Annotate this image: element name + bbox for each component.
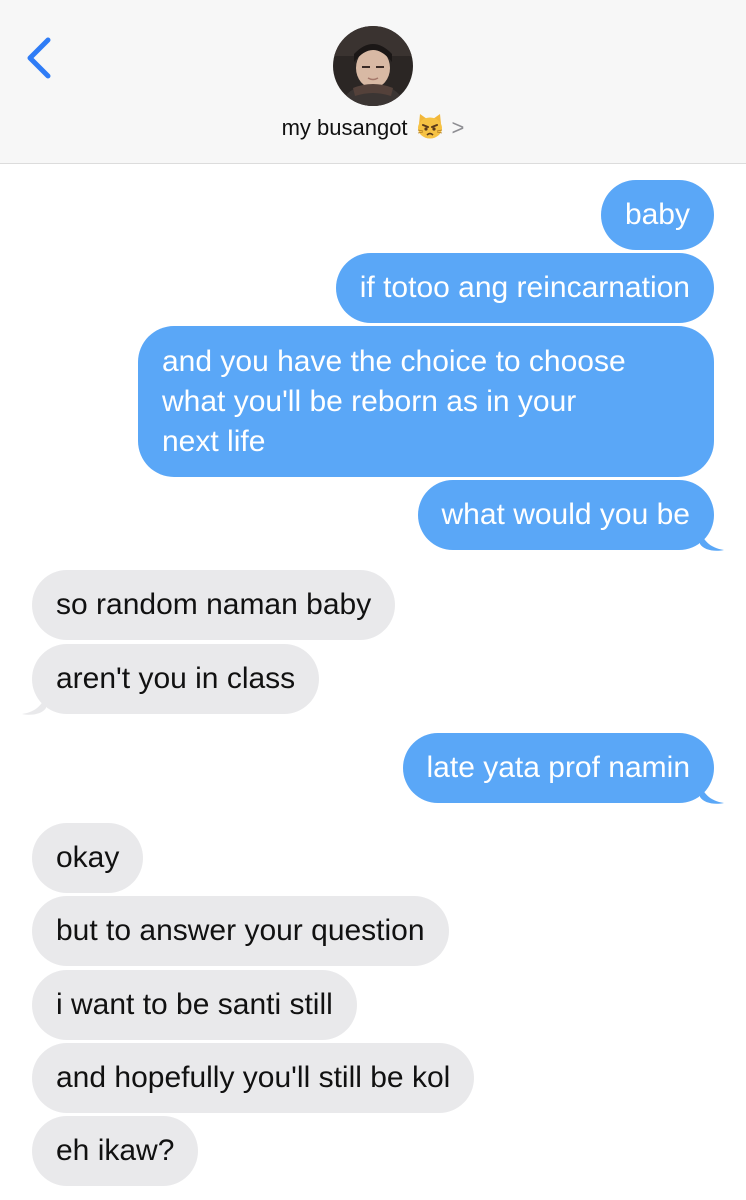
sent-message-bubble[interactable]: if totoo ang reincarnation bbox=[335, 253, 714, 323]
avatar-image bbox=[333, 26, 413, 106]
received-message-bubble[interactable]: so random naman baby bbox=[32, 570, 396, 640]
conversation-header: my busangot > bbox=[0, 0, 746, 164]
received-bubble-tail bbox=[22, 692, 46, 715]
contact-name-button[interactable]: my busangot > bbox=[0, 112, 746, 146]
received-message-bubble[interactable]: but to answer your question bbox=[32, 896, 449, 966]
received-message-bubble[interactable]: aren't you in class bbox=[32, 644, 320, 714]
sent-message-bubble[interactable]: what would you be bbox=[417, 480, 714, 550]
back-button[interactable] bbox=[22, 36, 56, 80]
chevron-left-icon bbox=[27, 37, 51, 79]
received-message-bubble[interactable]: and hopefully you'll still be kol bbox=[32, 1043, 475, 1113]
received-message-bubble[interactable]: eh ikaw? bbox=[32, 1116, 199, 1186]
sent-message-bubble[interactable]: and you have the choice to choose what y… bbox=[138, 326, 714, 477]
sent-message-bubble[interactable]: late yata prof namin bbox=[402, 733, 714, 803]
contact-name: my busangot bbox=[281, 115, 408, 140]
sent-bubble-tail bbox=[700, 528, 724, 551]
received-message-bubble[interactable]: i want to be santi still bbox=[32, 970, 357, 1040]
sent-message-bubble[interactable]: baby bbox=[600, 180, 714, 250]
pouting-cat-face-icon bbox=[416, 112, 444, 146]
received-message-bubble[interactable]: okay bbox=[32, 823, 144, 893]
contact-avatar[interactable] bbox=[333, 26, 413, 106]
sent-bubble-tail bbox=[700, 781, 724, 804]
chevron-right-icon: > bbox=[451, 115, 465, 140]
